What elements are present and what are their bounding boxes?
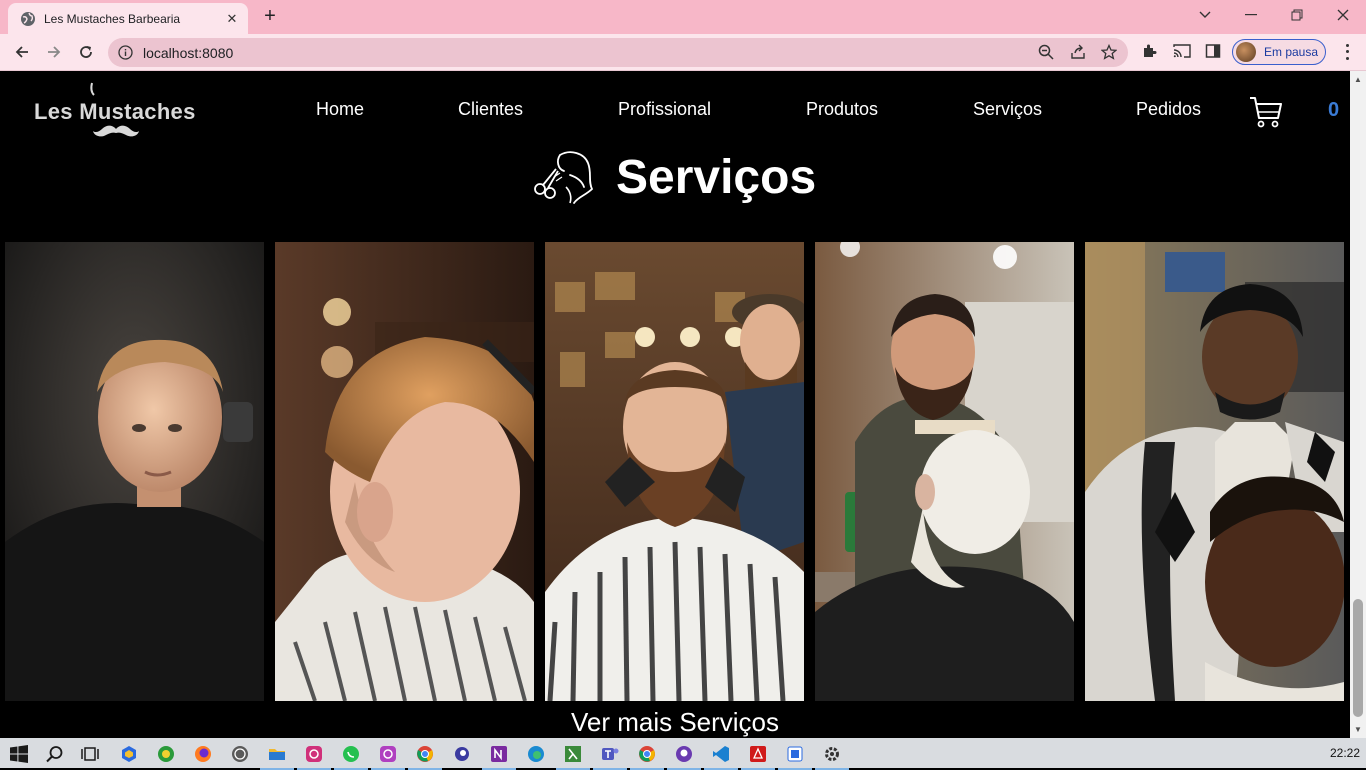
app-icon[interactable] (118, 743, 140, 765)
forward-icon[interactable] (40, 39, 68, 65)
logo-accent-icon (90, 82, 95, 96)
avatar (1236, 42, 1256, 62)
restore-icon[interactable] (1274, 0, 1320, 30)
cast-icon[interactable] (1173, 43, 1191, 61)
address-bar[interactable]: localhost:8080 (108, 38, 1128, 67)
profile-button[interactable]: Em pausa (1232, 39, 1326, 65)
scroll-down-icon[interactable]: ▼ (1354, 725, 1362, 734)
senior-haircut-photo (815, 242, 1074, 701)
firefox-icon[interactable] (192, 743, 214, 765)
taskbar-clock[interactable]: 22:22 (1330, 746, 1360, 760)
side-panel-icon[interactable] (1205, 43, 1223, 61)
app-icon[interactable] (778, 743, 812, 770)
browser-toolbar: localhost:8080 Em pausa (0, 34, 1366, 71)
tab-title: Les Mustaches Barbearia (44, 11, 181, 26)
chrome-icon[interactable] (630, 743, 664, 770)
onenote-icon[interactable] (482, 743, 516, 770)
lambda-icon[interactable] (556, 743, 590, 770)
bookmark-star-icon[interactable] (1100, 43, 1119, 62)
globe-icon (20, 11, 36, 27)
tab-search-icon[interactable] (1182, 0, 1228, 30)
github-icon[interactable] (667, 743, 701, 770)
instagram-icon[interactable] (371, 743, 405, 770)
back-icon[interactable] (8, 39, 36, 65)
taskbar: 22:22 (0, 738, 1366, 770)
service-card[interactable] (275, 242, 534, 701)
browser-menu-icon[interactable] (1339, 42, 1355, 62)
mustache-icon (93, 125, 139, 137)
service-card[interactable] (815, 242, 1074, 701)
cart-icon[interactable] (1248, 94, 1284, 130)
scroll-up-icon[interactable]: ▲ (1354, 75, 1362, 84)
app-icon[interactable] (451, 743, 473, 765)
page-content: Les Mustaches Home Clientes Profissional… (0, 71, 1350, 738)
site-logo[interactable]: Les Mustaches (34, 82, 214, 143)
acrobat-icon[interactable] (741, 743, 775, 770)
url-text: localhost:8080 (143, 45, 234, 61)
new-tab-button[interactable]: + (258, 6, 282, 28)
reload-icon[interactable] (72, 39, 100, 65)
beard-trim-photo (545, 242, 804, 701)
windows-start-icon[interactable] (8, 743, 30, 765)
extensions-puzzle-icon[interactable] (1141, 43, 1159, 61)
page-scrollbar[interactable]: ▲ ▼ (1350, 71, 1366, 738)
clipper-haircut-photo (1085, 242, 1344, 701)
close-window-icon[interactable] (1320, 0, 1366, 30)
service-card[interactable] (545, 242, 804, 701)
browser-tab-bar: Les Mustaches Barbearia ✕ + (0, 0, 1366, 34)
barber-scissors-icon (534, 151, 594, 204)
section-title: Serviços (616, 150, 817, 204)
service-card[interactable] (1085, 242, 1344, 701)
kids-haircut-photo (5, 242, 264, 701)
minimize-icon[interactable] (1228, 0, 1274, 30)
zoom-icon[interactable] (1038, 44, 1056, 62)
nav-home[interactable]: Home (316, 99, 364, 120)
whatsapp-icon[interactable] (229, 743, 251, 765)
scroll-thumb[interactable] (1353, 599, 1363, 717)
task-view-icon[interactable] (79, 743, 101, 765)
service-card[interactable] (5, 242, 264, 701)
teams-icon[interactable] (593, 743, 627, 770)
chrome-icon[interactable] (408, 743, 442, 770)
vscode-icon[interactable] (704, 743, 738, 770)
whatsapp-icon[interactable] (334, 743, 368, 770)
profile-label: Em pausa (1264, 45, 1319, 59)
edge-icon[interactable] (525, 743, 547, 765)
app-icon[interactable] (155, 743, 177, 765)
nav-servicos[interactable]: Serviços (973, 99, 1042, 120)
nav-produtos[interactable]: Produtos (806, 99, 878, 120)
cart-count: 0 (1328, 99, 1340, 121)
more-services-link[interactable]: Ver mais Serviços (0, 707, 1350, 738)
site-info-icon[interactable] (118, 45, 133, 65)
share-icon[interactable] (1070, 44, 1088, 62)
section-header: Serviços (530, 145, 816, 209)
instagram-icon[interactable] (297, 743, 331, 770)
fade-haircut-photo (275, 242, 534, 701)
files-icon[interactable] (260, 743, 294, 770)
logo-text: Les Mustaches (34, 99, 196, 124)
nav-profissional[interactable]: Profissional (618, 99, 711, 120)
search-icon[interactable] (44, 743, 66, 765)
nav-clientes[interactable]: Clientes (458, 99, 523, 120)
browser-tab[interactable]: Les Mustaches Barbearia ✕ (8, 3, 248, 34)
nav-pedidos[interactable]: Pedidos (1136, 99, 1201, 120)
close-tab-icon[interactable]: ✕ (222, 9, 242, 29)
settings-icon[interactable] (815, 743, 849, 770)
